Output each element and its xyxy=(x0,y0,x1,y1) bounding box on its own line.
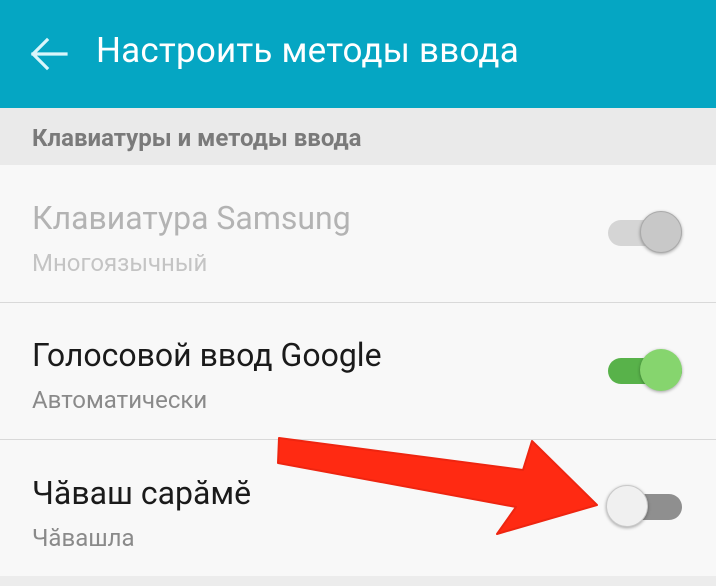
google-voice-input-toggle[interactable] xyxy=(606,349,682,393)
list-item-chuvash-keyboard[interactable]: Чăваш сарăмĕ Чăвашла xyxy=(0,440,716,576)
toggle-thumb xyxy=(640,211,682,253)
list-item-title: Клавиатура Samsung xyxy=(32,199,351,237)
list-item-title: Голосовой ввод Google xyxy=(32,336,382,374)
list-item-subtitle: Чăвашла xyxy=(32,524,135,552)
chuvash-keyboard-toggle[interactable] xyxy=(606,485,682,529)
list-item-subtitle: Многоязычный xyxy=(32,249,208,277)
list-item-title: Чăваш сарăмĕ xyxy=(32,474,252,512)
list-item-subtitle: Автоматически xyxy=(32,386,208,414)
arrow-left-icon[interactable] xyxy=(30,36,70,72)
app-bar: Настроить методы ввода xyxy=(0,0,716,108)
toggle-thumb xyxy=(606,485,648,527)
bottom-strip xyxy=(0,576,716,586)
section-label: Клавиатуры и методы ввода xyxy=(32,124,362,152)
list-item-samsung-keyboard: Клавиатура Samsung Многоязычный xyxy=(0,165,716,302)
samsung-keyboard-toggle xyxy=(606,211,682,255)
toggle-thumb xyxy=(640,349,682,391)
page-title: Настроить методы ввода xyxy=(96,30,519,71)
list-item-google-voice-input[interactable]: Голосовой ввод Google Автоматически xyxy=(0,303,716,439)
